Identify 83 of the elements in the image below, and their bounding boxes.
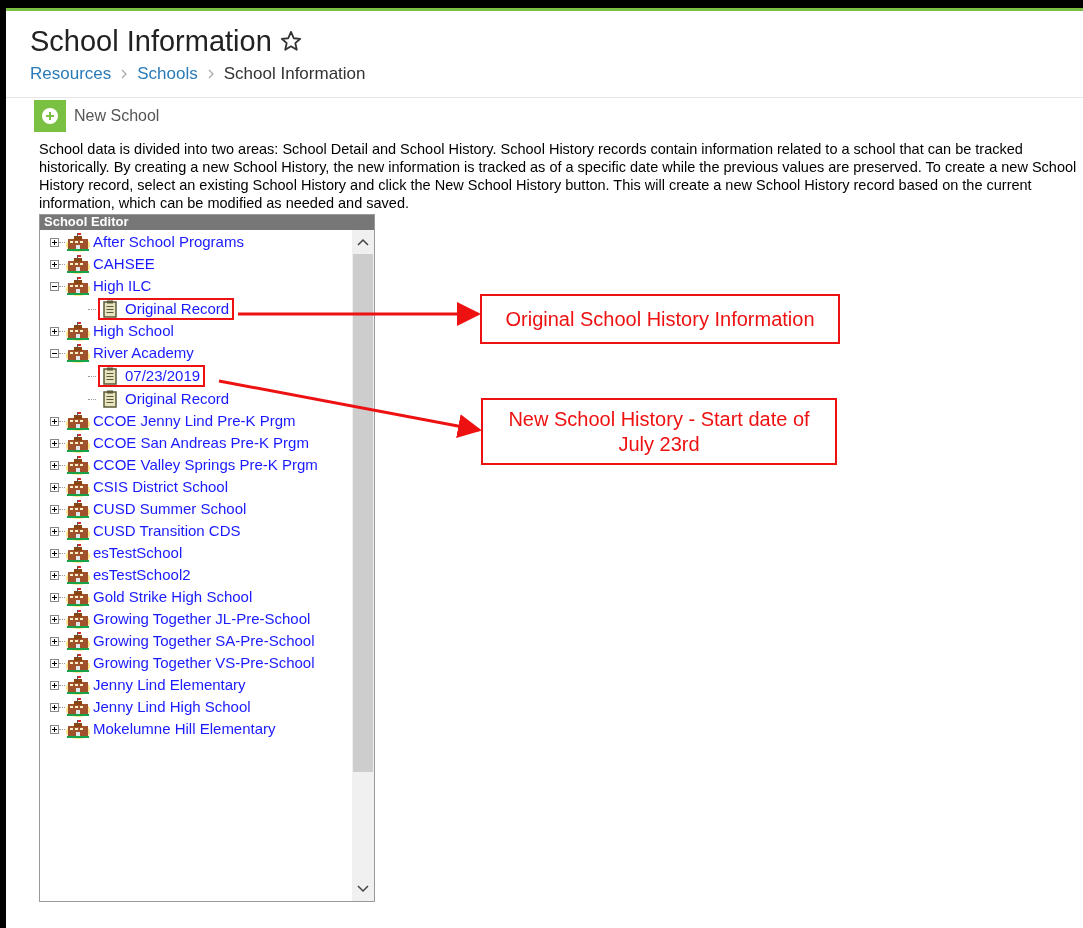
school-building-icon	[65, 565, 91, 586]
history-record-label: Original Record	[125, 298, 230, 319]
school-tree-item[interactable]: esTestSchool	[93, 542, 183, 565]
new-school-button[interactable]: New School	[34, 99, 160, 132]
school-tree-item[interactable]: After School Programs	[93, 231, 244, 254]
expand-toggle[interactable]	[50, 549, 59, 558]
school-building-icon	[65, 719, 91, 740]
school-tree-item[interactable]: River Academy	[93, 342, 194, 365]
description-text: School data is divided into two areas: School Detail and School History. School History records contain information related to a school that can be tracked historically. By creating a new School History, the new information is tracked as of a specific date while the previous values are preserved. To create a new School History record, select an existing School History and click the New School History button. This will create a new School History record based on the current information, which can be modified as needed and saved.	[38, 139, 1078, 212]
highlighted-history-item[interactable]: 07/23/2019	[98, 365, 206, 387]
expand-toggle[interactable]	[50, 439, 59, 448]
breadcrumb-link[interactable]: Resources	[30, 61, 112, 87]
chevron-icon	[121, 68, 128, 79]
history-tree-item[interactable]: Original Record	[98, 388, 235, 410]
collapse-toggle[interactable]	[50, 282, 59, 291]
clipboard-icon	[103, 367, 117, 385]
school-building-icon	[65, 232, 91, 253]
chevron-icon	[207, 68, 214, 79]
school-tree-item[interactable]: Growing Together VS-Pre-School	[93, 652, 315, 675]
expand-toggle[interactable]	[50, 417, 59, 426]
school-building-icon	[65, 455, 91, 476]
school-tree-item[interactable]: CCOE Jenny Lind Pre-K Prgm	[93, 410, 296, 433]
school-building-icon	[65, 254, 91, 275]
school-tree-item[interactable]: CCOE Valley Springs Pre-K Prgm	[93, 454, 318, 477]
school-building-icon	[65, 521, 91, 542]
expand-toggle[interactable]	[50, 327, 59, 336]
school-tree-item[interactable]: CUSD Summer School	[93, 498, 247, 521]
expand-toggle[interactable]	[50, 461, 59, 470]
school-building-icon	[65, 433, 91, 454]
school-building-icon	[65, 276, 91, 297]
scrollbar[interactable]	[352, 229, 374, 901]
page-title: School Information	[30, 24, 272, 59]
expand-toggle[interactable]	[50, 238, 59, 247]
expand-toggle[interactable]	[50, 681, 59, 690]
school-tree-item[interactable]: High ILC	[93, 275, 152, 298]
collapse-toggle[interactable]	[50, 349, 59, 358]
breadcrumb-current: School Information	[223, 63, 366, 85]
breadcrumb-link[interactable]: Schools	[137, 61, 198, 87]
school-building-icon	[65, 609, 91, 630]
expand-toggle[interactable]	[50, 615, 59, 624]
history-record-label: Original Record	[125, 388, 230, 409]
highlighted-history-item[interactable]: Original Record	[98, 298, 235, 320]
school-tree-item[interactable]: Mokelumne Hill Elementary	[93, 718, 276, 741]
school-building-icon	[65, 543, 91, 564]
expand-toggle[interactable]	[50, 260, 59, 269]
star-icon[interactable]	[279, 30, 302, 52]
school-building-icon	[65, 343, 91, 364]
expand-toggle[interactable]	[50, 571, 59, 580]
school-building-icon	[65, 499, 91, 520]
clipboard-icon	[103, 390, 117, 408]
expand-toggle[interactable]	[50, 659, 59, 668]
school-building-icon	[65, 411, 91, 432]
school-building-icon	[65, 653, 91, 674]
school-tree-item[interactable]: CCOE San Andreas Pre-K Prgm	[93, 432, 309, 455]
panel-header: School Editor	[40, 214, 374, 230]
school-tree-item[interactable]: High School	[93, 320, 174, 343]
expand-toggle[interactable]	[50, 527, 59, 536]
expand-toggle[interactable]	[50, 637, 59, 646]
history-record-label: 07/23/2019	[125, 365, 201, 386]
school-building-icon	[65, 675, 91, 696]
school-building-icon	[65, 631, 91, 652]
school-tree-item[interactable]: Jenny Lind Elementary	[93, 674, 246, 697]
school-tree-item[interactable]: Jenny Lind High School	[93, 696, 251, 719]
expand-toggle[interactable]	[50, 725, 59, 734]
school-building-icon	[65, 477, 91, 498]
expand-toggle[interactable]	[50, 505, 59, 514]
plus-icon	[34, 99, 66, 132]
school-building-icon	[65, 321, 91, 342]
school-tree-item[interactable]: CUSD Transition CDS	[93, 520, 241, 543]
school-building-icon	[65, 697, 91, 718]
clipboard-icon	[103, 300, 117, 318]
school-tree-item[interactable]: CSIS District School	[93, 476, 229, 499]
school-tree-item[interactable]: esTestSchool2	[93, 564, 191, 587]
school-tree-item[interactable]: Growing Together JL-Pre-School	[93, 608, 311, 631]
school-tree-item[interactable]: Gold Strike High School	[93, 586, 253, 609]
callout-box: New School History - Start date of July 23rd	[481, 398, 837, 465]
school-tree-item[interactable]: Growing Together SA-Pre-School	[93, 630, 315, 653]
school-tree-item[interactable]: CAHSEE	[93, 253, 155, 276]
callout-box: Original School History Information	[480, 294, 840, 344]
expand-toggle[interactable]	[50, 703, 59, 712]
expand-toggle[interactable]	[50, 593, 59, 602]
expand-toggle[interactable]	[50, 483, 59, 492]
school-building-icon	[65, 587, 91, 608]
